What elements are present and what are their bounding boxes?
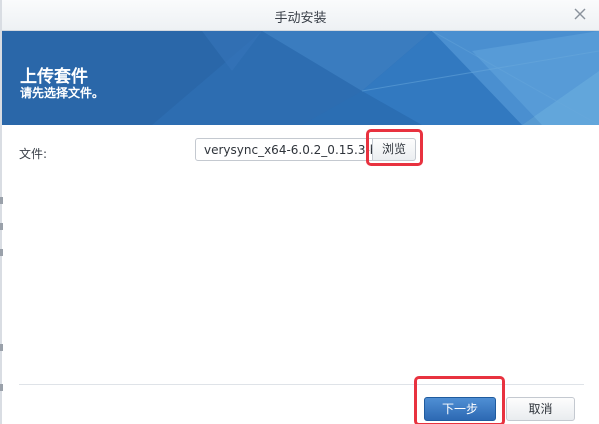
dialog-titlebar: 手动安装 <box>2 0 599 31</box>
file-path-input[interactable] <box>196 139 372 160</box>
close-icon[interactable] <box>571 5 589 23</box>
cancel-button[interactable]: 取消 <box>506 397 575 421</box>
browse-button[interactable]: 浏览 <box>373 138 416 161</box>
dialog-title: 手动安装 <box>274 11 327 26</box>
banner-subheading: 请先选择文件。 <box>20 86 105 100</box>
next-button[interactable]: 下一步 <box>424 397 496 421</box>
manual-install-dialog: 手动安装 上传套件 请先选择文件。 文件: 浏览 <box>0 0 599 424</box>
footer-divider <box>19 384 584 385</box>
banner-background-graphic <box>2 31 599 125</box>
dialog-content: 文件: 浏览 下一步 取消 <box>2 126 599 424</box>
header-banner: 上传套件 请先选择文件。 <box>2 31 599 125</box>
file-path-field[interactable] <box>195 138 373 161</box>
file-label: 文件: <box>19 147 48 161</box>
